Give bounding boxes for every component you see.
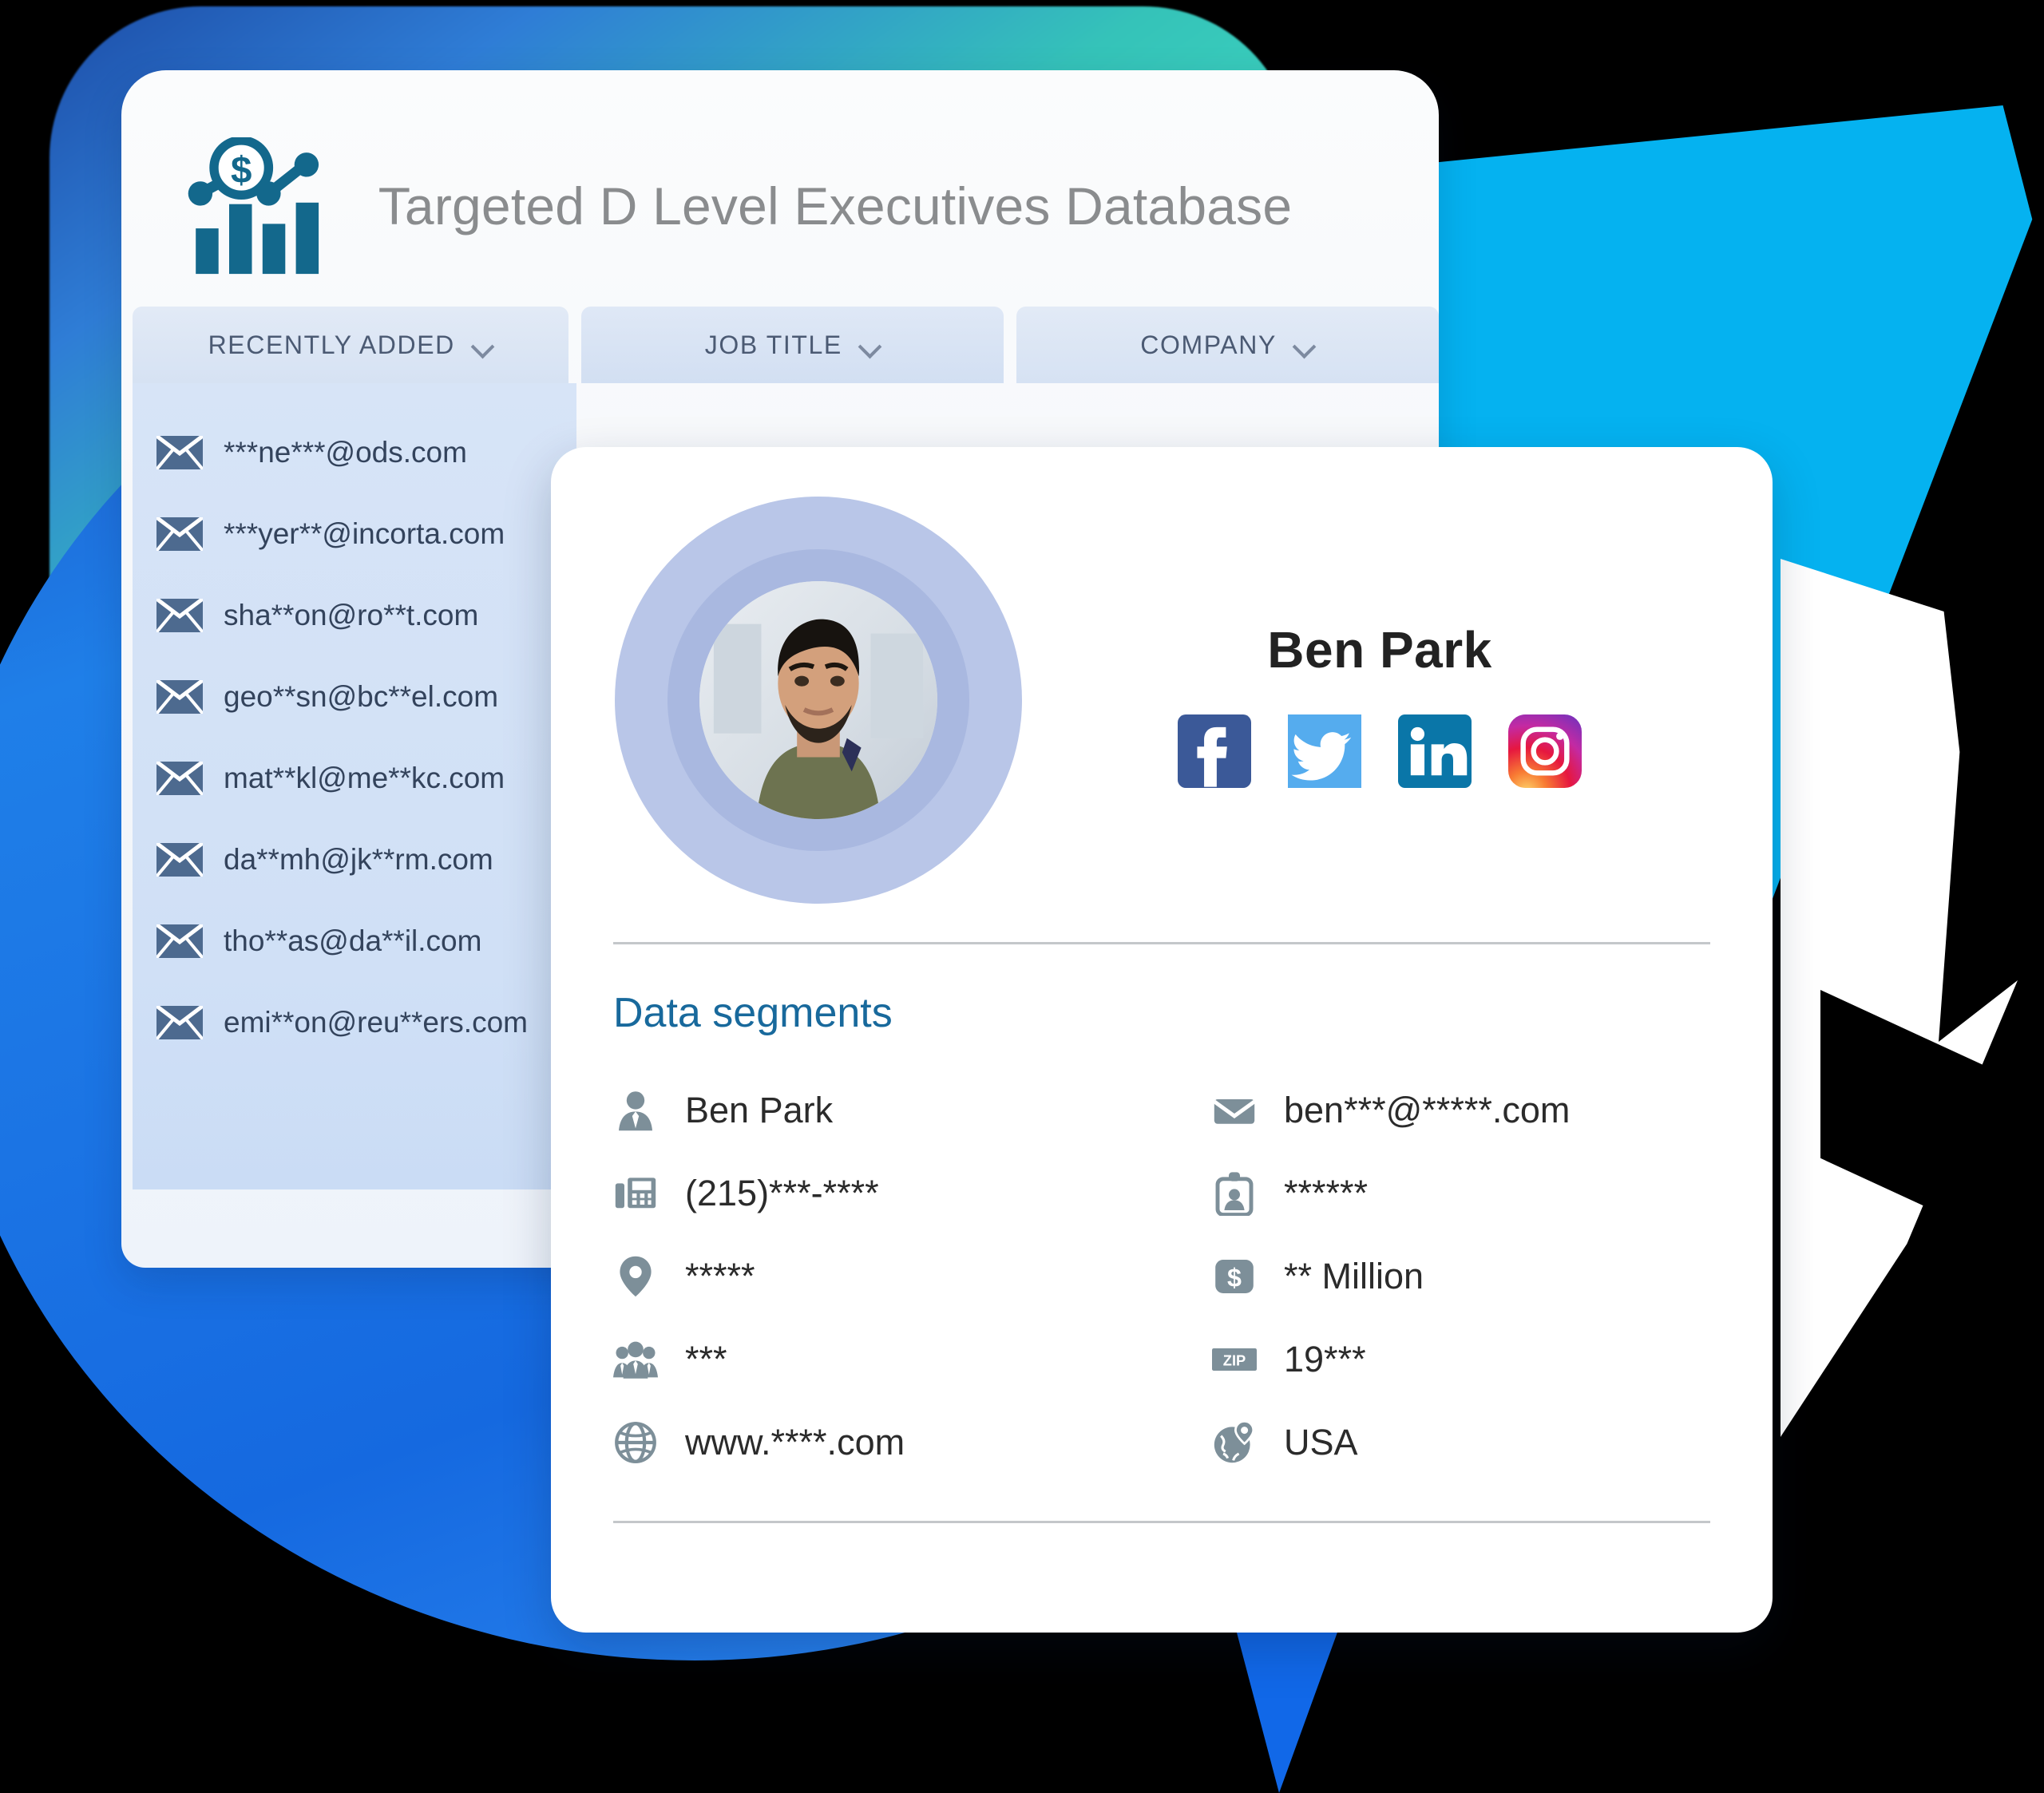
list-item[interactable]: tho**as@da**il.com bbox=[133, 900, 576, 982]
envelope-icon bbox=[1213, 1099, 1256, 1124]
segment-row: ***** bbox=[613, 1235, 1212, 1318]
data-segments-heading: Data segments bbox=[613, 990, 893, 1036]
envelope-icon bbox=[156, 436, 203, 469]
email-address: geo**sn@bc**el.com bbox=[224, 680, 499, 713]
segment-row: (215)***-**** bbox=[613, 1152, 1212, 1235]
list-item[interactable]: mat**kl@me**kc.com bbox=[133, 738, 576, 819]
envelope-icon bbox=[156, 517, 203, 551]
segment-value: www.****.com bbox=[685, 1422, 905, 1463]
person-icon bbox=[619, 1091, 652, 1131]
globe-pin-icon bbox=[1214, 1420, 1255, 1463]
segment-row: ben***@*****.com bbox=[1212, 1069, 1773, 1152]
screenshot-root: $ Targeted D Level Executives Database R… bbox=[0, 0, 2044, 1793]
page-title: Targeted D Level Executives Database bbox=[378, 176, 1293, 236]
profile-identity: Ben Park bbox=[1043, 489, 1717, 788]
white-angular-shape bbox=[1781, 559, 2018, 1437]
footer-divider bbox=[613, 1521, 1710, 1523]
envelope-icon bbox=[156, 680, 203, 714]
zip-icon: ZIP bbox=[1212, 1348, 1257, 1371]
segment-value: ***** bbox=[685, 1256, 755, 1296]
email-address: emi**on@reu**ers.com bbox=[224, 1006, 528, 1039]
envelope-icon bbox=[156, 762, 203, 795]
segment-row: Ben Park bbox=[613, 1069, 1212, 1152]
svg-text:$: $ bbox=[231, 149, 252, 192]
chevron-down-icon bbox=[473, 338, 493, 351]
envelope-icon bbox=[156, 843, 203, 877]
email-list: ***ne***@ods.com ***yer**@incorta.com sh… bbox=[133, 383, 576, 1189]
tab-recently-added[interactable]: RECENTLY ADDED bbox=[133, 307, 569, 383]
twitter-icon[interactable] bbox=[1288, 714, 1361, 788]
segment-value: Ben Park bbox=[685, 1090, 834, 1130]
social-links bbox=[1178, 714, 1582, 788]
email-address: sha**on@ro**t.com bbox=[224, 599, 479, 631]
facebook-icon[interactable] bbox=[1178, 714, 1251, 788]
email-address: ***yer**@incorta.com bbox=[224, 517, 505, 550]
bar-chart-dollar-icon: $ bbox=[188, 137, 319, 274]
tab-label: JOB TITLE bbox=[704, 330, 842, 359]
dollar-icon: $ bbox=[1215, 1260, 1254, 1293]
instagram-icon[interactable] bbox=[1508, 714, 1582, 788]
list-item[interactable]: geo**sn@bc**el.com bbox=[133, 656, 576, 738]
globe-icon bbox=[615, 1422, 656, 1463]
segment-value: (215)***-**** bbox=[685, 1173, 879, 1213]
list-item[interactable]: emi**on@reu**ers.com bbox=[133, 982, 576, 1063]
email-address: mat**kl@me**kc.com bbox=[224, 762, 505, 794]
id-badge-icon bbox=[1215, 1172, 1254, 1216]
segment-row: ****** bbox=[1212, 1152, 1773, 1235]
segment-row: www.****.com bbox=[613, 1401, 1212, 1484]
segment-row: $ ** Million bbox=[1212, 1235, 1773, 1318]
tab-label: COMPANY bbox=[1140, 330, 1277, 359]
linkedin-icon[interactable] bbox=[1398, 714, 1472, 788]
profile-header: Ben Park bbox=[551, 447, 1773, 942]
avatar bbox=[596, 489, 1043, 936]
segment-value: USA bbox=[1284, 1422, 1358, 1463]
segment-row: ZIP 19*** bbox=[1212, 1318, 1773, 1401]
segment-value: ** Million bbox=[1284, 1256, 1424, 1296]
tab-company[interactable]: COMPANY bbox=[1016, 307, 1439, 383]
chevron-down-icon bbox=[860, 338, 881, 351]
fax-phone-icon bbox=[615, 1178, 656, 1209]
list-item[interactable]: da**mh@jk**rm.com bbox=[133, 819, 576, 900]
envelope-icon bbox=[156, 599, 203, 632]
svg-text:$: $ bbox=[1227, 1264, 1242, 1292]
envelope-icon bbox=[156, 924, 203, 958]
email-address: tho**as@da**il.com bbox=[224, 924, 482, 957]
chevron-down-icon bbox=[1294, 338, 1315, 351]
tab-job-title[interactable]: JOB TITLE bbox=[581, 307, 1004, 383]
people-icon bbox=[613, 1341, 658, 1379]
email-address: ***ne***@ods.com bbox=[224, 436, 467, 469]
email-address: da**mh@jk**rm.com bbox=[224, 843, 493, 876]
segment-row: *** bbox=[613, 1318, 1212, 1401]
list-item[interactable]: ***ne***@ods.com bbox=[133, 412, 576, 493]
profile-card: Ben Park Data segments Ben Park ben***@*… bbox=[551, 447, 1773, 1633]
segment-value: 19*** bbox=[1284, 1339, 1366, 1379]
segment-row: USA bbox=[1212, 1401, 1773, 1484]
envelope-icon bbox=[156, 1006, 203, 1039]
list-item[interactable]: sha**on@ro**t.com bbox=[133, 575, 576, 656]
segment-value: ben***@*****.com bbox=[1284, 1090, 1571, 1130]
map-pin-icon bbox=[620, 1256, 652, 1297]
filter-tabs: RECENTLY ADDED JOB TITLE COMPANY bbox=[121, 307, 1439, 383]
list-item[interactable]: ***yer**@incorta.com bbox=[133, 493, 576, 575]
profile-name: Ben Park bbox=[1267, 621, 1492, 679]
database-header: $ Targeted D Level Executives Database bbox=[121, 70, 1439, 302]
data-segments-grid: Ben Park ben***@*****.com (215)***-**** … bbox=[551, 1037, 1773, 1484]
tab-label: RECENTLY ADDED bbox=[208, 330, 455, 359]
svg-text:ZIP: ZIP bbox=[1223, 1352, 1246, 1369]
segment-value: ****** bbox=[1284, 1173, 1369, 1213]
segment-value: *** bbox=[685, 1339, 727, 1379]
avatar-photo bbox=[699, 581, 937, 819]
